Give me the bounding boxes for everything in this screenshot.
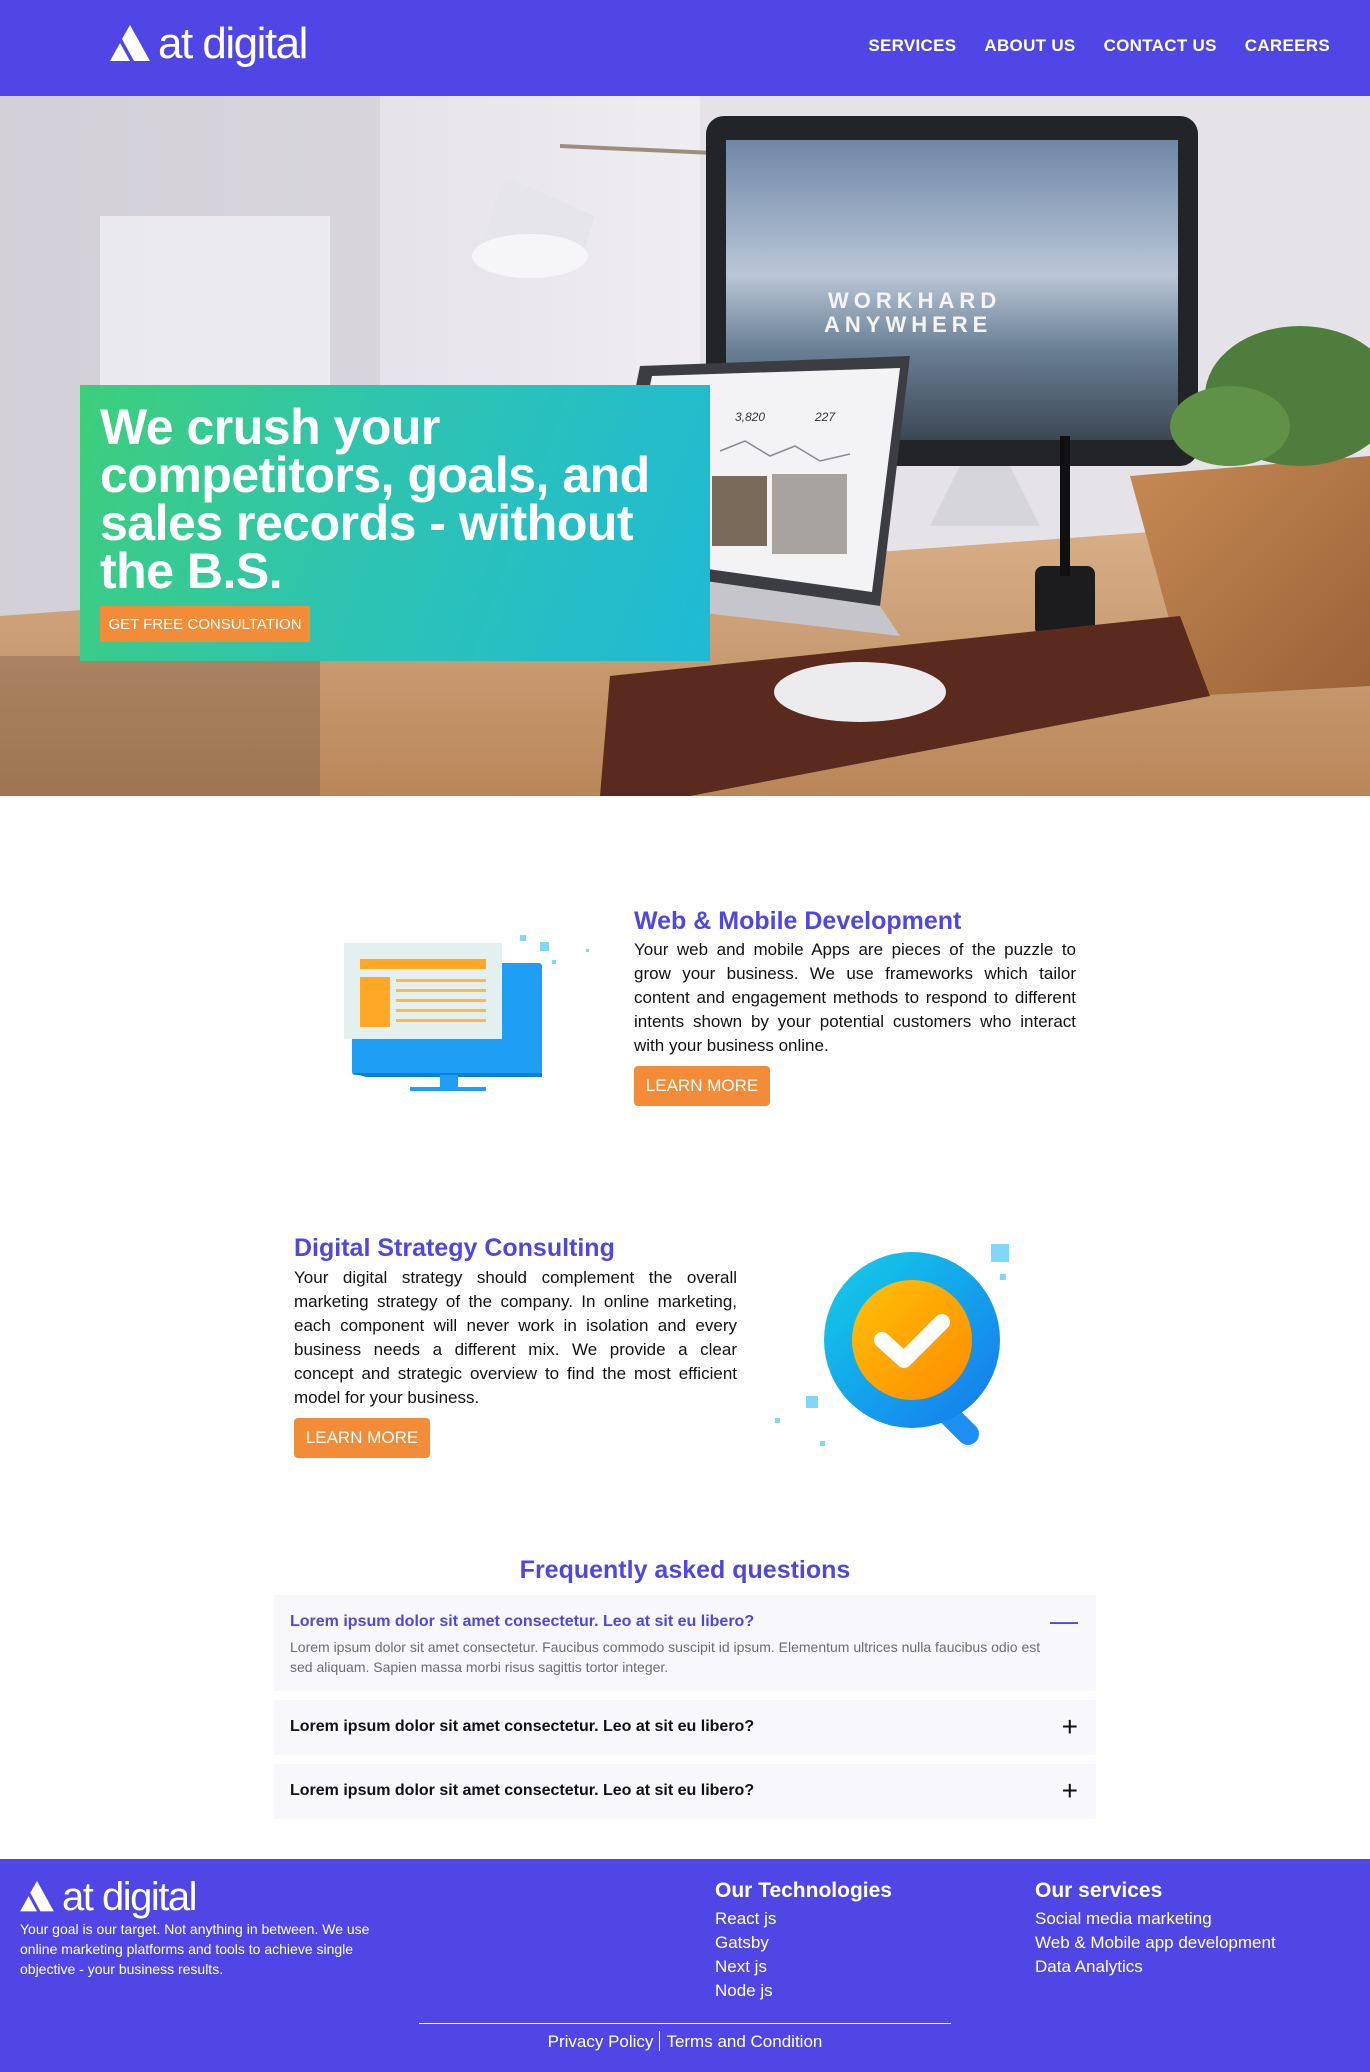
- logo-text: at digital: [158, 19, 308, 68]
- service-text-web-mobile: Your web and mobile Apps are pieces of t…: [634, 940, 1076, 1055]
- footer-tech-item[interactable]: Next js: [715, 1955, 892, 1979]
- footer-services-title: Our services: [1035, 1879, 1163, 1902]
- footer-services: Our services Social media marketing Web …: [1035, 1879, 1276, 1979]
- laptop-stat-2: 227: [814, 410, 836, 424]
- footer-service-item[interactable]: Web & Mobile app development: [1035, 1931, 1276, 1955]
- nav-services[interactable]: SERVICES: [868, 36, 956, 56]
- footer-tech-item[interactable]: Node js: [715, 1979, 892, 2003]
- main-nav: SERVICES ABOUT US CONTACT US CAREERS: [868, 36, 1330, 56]
- service-text-digital-strategy: Your digital strategy should complement …: [294, 1268, 737, 1407]
- footer-legal-links: Privacy Policy Terms and Condition: [0, 2031, 1370, 2052]
- site-footer: at digital Your goal is our target. Not …: [0, 1859, 1370, 2072]
- faq-question-2[interactable]: Lorem ipsum dolor sit amet consectetur. …: [290, 1718, 754, 1736]
- get-free-consultation-button[interactable]: GET FREE CONSULTATION: [100, 606, 310, 642]
- hero-title: We crush your competitors, goals, and sa…: [100, 399, 650, 599]
- footer-technologies-title: Our Technologies: [715, 1879, 892, 1902]
- nav-contact-us[interactable]: CONTACT US: [1104, 36, 1217, 56]
- faq-question-1[interactable]: Lorem ipsum dolor sit amet consectetur. …: [290, 1613, 754, 1631]
- footer-tagline: Your goal is our target. Not anything in…: [20, 1921, 370, 1977]
- footer-logo[interactable]: at digital: [20, 1875, 197, 1919]
- monitor-text-2: ANYWHERE: [824, 312, 992, 337]
- faq-heading: Frequently asked questions: [519, 1556, 851, 1584]
- footer-service-item[interactable]: Social media marketing: [1035, 1907, 1276, 1931]
- faq-item-1[interactable]: Lorem ipsum dolor sit amet consectetur. …: [274, 1595, 1096, 1691]
- logo-mark-icon: [110, 25, 150, 61]
- expand-icon[interactable]: +: [1062, 1777, 1078, 1805]
- footer-service-item[interactable]: Data Analytics: [1035, 1955, 1276, 1979]
- privacy-policy-link[interactable]: Privacy Policy: [548, 2032, 654, 2051]
- footer-tech-item[interactable]: Gatsby: [715, 1931, 892, 1955]
- monitor-text-1: WORKHARD: [828, 288, 1001, 313]
- site-header: at digital SERVICES ABOUT US CONTACT US …: [0, 0, 1370, 96]
- nav-about-us[interactable]: ABOUT US: [984, 36, 1075, 56]
- magnifier-check-icon: [775, 1244, 1009, 1446]
- collapse-icon[interactable]: —: [1050, 1607, 1078, 1635]
- footer-divider: [419, 2023, 951, 2024]
- monitor-icon: [344, 935, 589, 1091]
- hero-card: We crush your competitors, goals, and sa…: [80, 385, 710, 661]
- faq-answer-1: Lorem ipsum dolor sit amet consectetur. …: [290, 1639, 1041, 1675]
- service-title-web-mobile: Web & Mobile Development: [634, 907, 962, 935]
- service-title-digital-strategy: Digital Strategy Consulting: [294, 1234, 615, 1262]
- footer-technologies: Our Technologies React js Gatsby Next js…: [715, 1879, 892, 2003]
- nav-careers[interactable]: CAREERS: [1245, 36, 1330, 56]
- faq-item-2[interactable]: Lorem ipsum dolor sit amet consectetur. …: [274, 1700, 1096, 1755]
- footer-logo-text: at digital: [62, 1875, 197, 1919]
- expand-icon[interactable]: +: [1062, 1713, 1078, 1741]
- logo-mark-icon: [20, 1881, 54, 1912]
- laptop-stat-1: 3,820: [735, 410, 765, 424]
- hero-section: WORKHARD ANYWHERE 3,820 227 We crush you…: [0, 96, 1370, 796]
- faq-question-3[interactable]: Lorem ipsum dolor sit amet consectetur. …: [290, 1782, 754, 1800]
- faq-item-3[interactable]: Lorem ipsum dolor sit amet consectetur. …: [274, 1764, 1096, 1819]
- link-separator: [659, 2031, 661, 2051]
- header-logo[interactable]: at digital: [110, 19, 308, 68]
- footer-tech-item[interactable]: React js: [715, 1907, 892, 1931]
- terms-link[interactable]: Terms and Condition: [666, 2032, 822, 2051]
- learn-more-web-mobile-button[interactable]: LEARN MORE: [634, 1066, 770, 1106]
- learn-more-digital-strategy-button[interactable]: LEARN MORE: [294, 1418, 430, 1458]
